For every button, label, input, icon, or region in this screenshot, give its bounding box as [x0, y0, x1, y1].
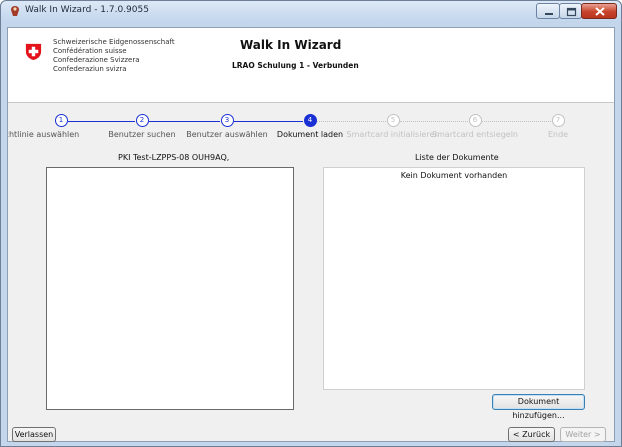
- wizard-body: Schweizerische Eidgenossenschaft Confédé…: [7, 27, 615, 442]
- app-window: Walk In Wizard - 1.7.0.9055 Schweizerisc…: [0, 0, 622, 447]
- step-3-label: Benutzer auswählen: [186, 130, 268, 139]
- documents-list[interactable]: Kein Dokument vorhanden: [323, 167, 585, 390]
- minimize-button[interactable]: [536, 3, 560, 19]
- wizard-stepper: 1 Richtlinie auswählen 2 Benutzer suchen 3 Be…: [8, 28, 614, 148]
- add-document-button[interactable]: Dokument hinzufügen...: [492, 394, 585, 420]
- window-title: Walk In Wizard - 1.7.0.9055: [25, 5, 149, 15]
- step-2-indicator: 2: [135, 114, 149, 127]
- step-7-label: Ende: [547, 130, 569, 139]
- leave-button[interactable]: Verlassen: [12, 427, 56, 442]
- step-6-indicator: 6: [468, 114, 482, 127]
- step-connector: [149, 121, 220, 122]
- step-connector: [482, 121, 551, 122]
- back-button[interactable]: < Zurück: [508, 427, 555, 442]
- step-1-label: Richtlinie auswählen: [8, 130, 80, 139]
- maximize-icon: [566, 7, 577, 17]
- next-button[interactable]: Weiter >: [560, 427, 606, 442]
- step-4-label: Dokument laden: [276, 130, 344, 139]
- step-1-indicator: 1: [54, 114, 68, 127]
- title-bar[interactable]: Walk In Wizard - 1.7.0.9055: [1, 1, 621, 23]
- step-connector: [68, 121, 135, 122]
- close-button[interactable]: [581, 3, 617, 19]
- maximize-button[interactable]: [559, 3, 582, 19]
- app-icon: [11, 6, 19, 16]
- certificate-list[interactable]: [46, 167, 294, 410]
- step-4-indicator: 4: [303, 114, 317, 127]
- step-connector: [234, 121, 303, 122]
- step-5-label: Smartcard initialisieren: [346, 130, 440, 139]
- step-6-label: Smartcard entsiegeln: [431, 130, 519, 139]
- step-7-indicator: 7: [551, 114, 565, 127]
- step-5-indicator: 5: [386, 114, 400, 127]
- step-2-label: Benutzer suchen: [108, 130, 176, 139]
- minimize-icon: [545, 13, 553, 15]
- step-3-indicator: 3: [220, 114, 234, 127]
- documents-list-title: Liste der Dokumente: [415, 153, 499, 162]
- empty-documents-message: Kein Dokument vorhanden: [400, 171, 508, 180]
- close-icon: [595, 7, 605, 16]
- step-connector: [317, 121, 386, 122]
- certificate-holder-title: PKI Test-LZPPS-08 OUH9AQ,: [118, 153, 230, 162]
- step-connector: [400, 121, 468, 122]
